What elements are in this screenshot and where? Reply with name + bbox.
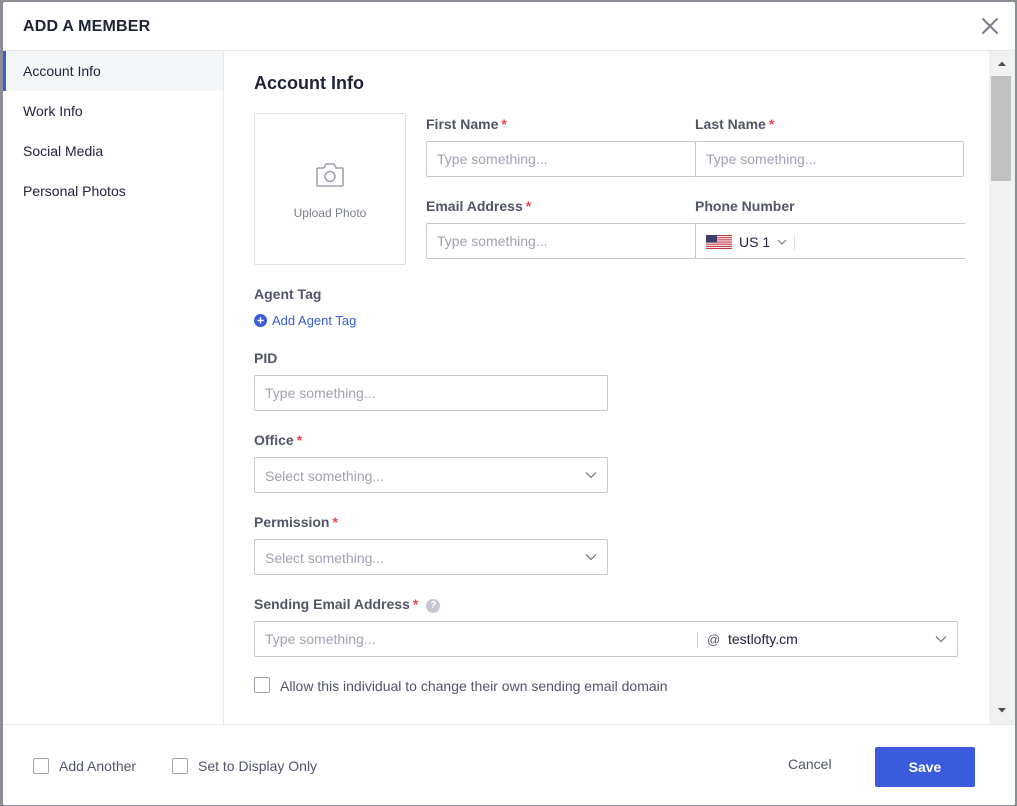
- scrollbar-thumb[interactable]: [991, 76, 1011, 181]
- sidebar-item-account-info[interactable]: Account Info: [3, 51, 223, 91]
- at-symbol: @: [707, 632, 721, 647]
- email-input[interactable]: [426, 223, 696, 259]
- sending-email-label-text: Sending Email Address: [254, 596, 410, 612]
- modal-header: ADD A MEMBER: [3, 2, 1015, 51]
- allow-domain-change-checkbox[interactable]: [254, 677, 270, 693]
- last-name-input[interactable]: [695, 141, 964, 177]
- sidebar-item-work-info[interactable]: Work Info: [3, 91, 223, 131]
- office-select[interactable]: Select something...: [254, 457, 608, 493]
- add-another-label: Add Another: [59, 758, 137, 774]
- email-label-text: Email Address: [426, 198, 523, 214]
- help-icon[interactable]: ?: [426, 599, 441, 613]
- scrollbar[interactable]: [989, 51, 1015, 724]
- phone-divider: [794, 234, 795, 250]
- account-info-form: Account Info Upload Photo First Name* La…: [225, 51, 989, 724]
- first-name-label: First Name *: [426, 116, 507, 132]
- scroll-up-icon[interactable]: [997, 59, 1007, 69]
- sidebar-item-label: Account Info: [23, 63, 101, 79]
- chevron-down-icon: [585, 472, 597, 479]
- section-title: Account Info: [254, 73, 364, 93]
- display-only-checkbox[interactable]: [172, 758, 188, 774]
- sidebar-item-personal-photos[interactable]: Personal Photos: [3, 171, 223, 211]
- office-placeholder: Select something...: [265, 468, 385, 484]
- sidebar-item-social-media[interactable]: Social Media: [3, 131, 223, 171]
- sidebar-item-label: Work Info: [23, 103, 83, 119]
- upload-photo-button[interactable]: Upload Photo: [254, 113, 406, 265]
- phone-number-input[interactable]: [800, 225, 960, 257]
- display-only-label: Set to Display Only: [198, 758, 318, 774]
- add-agent-tag-label: Add Agent Tag: [272, 312, 357, 328]
- sending-email-label: Sending Email Address *?: [254, 596, 441, 613]
- permission-label-text: Permission: [254, 514, 330, 530]
- email-domain-select[interactable]: testlofty.cm: [728, 631, 798, 647]
- add-agent-tag-button[interactable]: Add Agent Tag: [254, 312, 356, 328]
- pid-label: PID: [254, 350, 278, 366]
- permission-select[interactable]: Select something...: [254, 539, 608, 575]
- last-name-label-text: Last Name: [695, 116, 766, 132]
- email-label: Email Address *: [426, 198, 531, 214]
- last-name-label: Last Name *: [695, 116, 774, 132]
- required-mark: *: [296, 432, 303, 448]
- sidebar: Account Info Work Info Social Media Pers…: [3, 51, 224, 724]
- required-mark: *: [412, 596, 419, 612]
- office-label: Office *: [254, 432, 302, 448]
- phone-field: US 1: [695, 223, 965, 259]
- permission-placeholder: Select something...: [265, 550, 385, 566]
- email-domain-divider: [697, 632, 698, 648]
- country-code-value: US 1: [739, 234, 771, 250]
- add-another-checkbox[interactable]: [33, 758, 49, 774]
- required-mark: *: [525, 198, 532, 214]
- agent-tag-label: Agent Tag: [254, 286, 322, 302]
- sidebar-item-label: Personal Photos: [23, 183, 126, 199]
- sending-email-input[interactable]: [255, 622, 697, 656]
- phone-label: Phone Number: [695, 198, 795, 214]
- allow-domain-change-label: Allow this individual to change their ow…: [280, 678, 668, 694]
- us-flag-icon: [706, 235, 732, 249]
- camera-icon: [316, 163, 344, 187]
- required-mark: *: [768, 116, 775, 132]
- scroll-down-icon[interactable]: [997, 705, 1007, 715]
- first-name-label-text: First Name: [426, 116, 499, 132]
- modal-title: ADD A MEMBER: [23, 18, 151, 35]
- sending-email-field: @ testlofty.cm: [254, 621, 958, 657]
- first-name-input[interactable]: [426, 141, 696, 177]
- chevron-down-icon[interactable]: [935, 635, 947, 643]
- cancel-button[interactable]: Cancel: [788, 756, 832, 772]
- chevron-down-icon: [777, 239, 787, 245]
- required-mark: *: [332, 514, 338, 530]
- chevron-down-icon: [585, 554, 597, 561]
- save-button[interactable]: Save: [875, 747, 975, 787]
- required-mark: *: [501, 116, 507, 132]
- close-icon[interactable]: [979, 15, 1001, 37]
- add-member-modal: ADD A MEMBER Account Info Work Info Soci…: [3, 2, 1015, 805]
- pid-input[interactable]: [254, 375, 608, 411]
- plus-circle-icon: [254, 313, 267, 327]
- modal-footer: Add Another Set to Display Only Cancel S…: [3, 724, 1015, 805]
- permission-label: Permission *: [254, 514, 338, 530]
- country-code-select[interactable]: US 1: [739, 234, 787, 250]
- sidebar-item-label: Social Media: [23, 143, 104, 159]
- office-label-text: Office: [254, 432, 294, 448]
- upload-photo-label: Upload Photo: [293, 206, 367, 220]
